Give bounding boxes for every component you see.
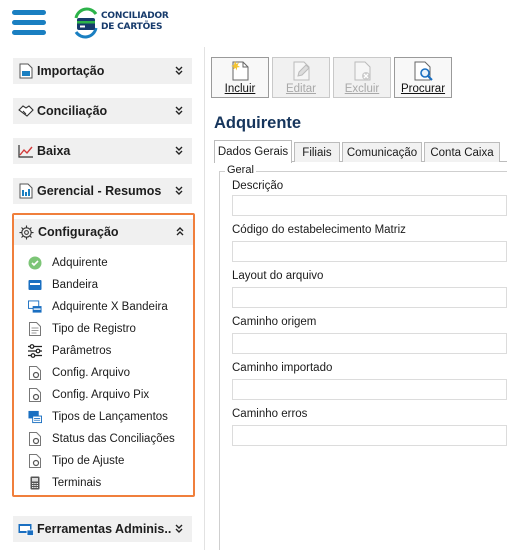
config-item-status-das-conciliacoes[interactable]: Status das Conciliações (28, 429, 175, 449)
config-item-label: Parâmetros (52, 345, 112, 357)
edit-document-icon (290, 60, 312, 82)
caminho-importado-field[interactable] (232, 379, 507, 400)
incluir-label: Incluir (224, 83, 256, 95)
group-legend: Geral (225, 164, 256, 176)
tools-icon (18, 521, 34, 537)
config-item-config-arquivo[interactable]: Config. Arquivo (28, 363, 130, 383)
tab-conta-caixa[interactable]: Conta Caixa (424, 142, 500, 162)
config-item-label: Adquirente X Bandeira (52, 301, 168, 313)
search-document-icon (412, 60, 434, 82)
logo-line2: DE CARTÕES (101, 22, 163, 32)
menu-label: Baixa (37, 144, 71, 158)
chevron-down-icon (172, 186, 186, 196)
menu-label: Gerencial - Resumos (37, 184, 162, 198)
field-label-layout-arquivo: Layout do arquivo (232, 270, 324, 282)
chevron-down-icon (172, 106, 186, 116)
chart-line-icon (18, 143, 34, 159)
file-gear-icon (28, 454, 42, 468)
config-item-adquirente[interactable]: Adquirente (28, 253, 108, 273)
handshake-icon (18, 103, 34, 119)
config-item-label: Tipos de Lançamentos (52, 411, 168, 423)
toolbar: Incluir Editar Excluir Procurar (211, 54, 507, 100)
import-document-icon (18, 63, 34, 79)
menu-label: Configuração (38, 225, 119, 239)
descricao-field[interactable] (232, 195, 507, 216)
menu-label: Importação (37, 64, 105, 78)
delete-document-icon (351, 60, 373, 82)
config-menu-section: Configuração Adquirente Bandeira Adquire… (12, 213, 195, 497)
config-item-parametros[interactable]: Parâmetros (28, 341, 111, 361)
menu-importacao[interactable]: Importação (13, 58, 192, 84)
monitor-card-icon (28, 300, 42, 314)
menu-gerencial-resumos[interactable]: Gerencial - Resumos (13, 178, 192, 204)
top-bar: CONCILIADOR DE CARTÕES (0, 0, 507, 47)
excluir-label: Excluir (344, 83, 380, 95)
config-item-label: Config. Arquivo Pix (52, 389, 150, 401)
sliders-icon (28, 344, 42, 358)
chevron-down-icon (172, 66, 186, 76)
report-icon (18, 183, 34, 199)
gear-icon (18, 224, 34, 240)
field-label-caminho-importado: Caminho importado (232, 362, 333, 374)
config-item-label: Bandeira (52, 279, 99, 291)
tab-bar: Dados Gerais Filiais Comunicação Conta C… (214, 140, 507, 163)
config-item-adquirente-x-bandeira[interactable]: Adquirente X Bandeira (28, 297, 168, 317)
procurar-button[interactable]: Procurar (394, 57, 452, 98)
hamburger-menu-icon[interactable] (12, 10, 46, 36)
config-item-label: Adquirente (52, 257, 108, 269)
excluir-button[interactable]: Excluir (333, 57, 391, 98)
card-brand-icon (28, 278, 42, 292)
menu-baixa[interactable]: Baixa (13, 138, 192, 164)
field-label-caminho-erros: Caminho erros (232, 408, 308, 420)
menu-ferramentas-administrativas[interactable]: Ferramentas Adminis... (13, 516, 192, 542)
config-item-tipo-de-ajuste[interactable]: Tipo de Ajuste (28, 451, 124, 471)
pos-terminal-icon (28, 476, 42, 490)
menu-label: Conciliação (37, 104, 108, 118)
chevron-up-icon (173, 227, 187, 237)
page-title: Adquirente (214, 114, 302, 132)
field-label-caminho-origem: Caminho origem (232, 316, 317, 328)
layout-arquivo-field[interactable] (232, 287, 507, 308)
config-item-label: Terminais (52, 477, 102, 489)
config-item-label: Status das Conciliações (52, 433, 175, 445)
config-item-config-arquivo-pix[interactable]: Config. Arquivo Pix (28, 385, 149, 405)
menu-label: Ferramentas Adminis... (37, 522, 172, 536)
config-item-label: Config. Arquivo (52, 367, 130, 379)
sidebar: Importação Conciliação Baixa Gerencial -… (0, 47, 204, 550)
tab-dados-gerais[interactable]: Dados Gerais (214, 140, 292, 163)
tab-comunicacao[interactable]: Comunicação (342, 142, 422, 162)
new-document-icon (229, 60, 251, 82)
config-item-tipos-de-lancamentos[interactable]: Tipos de Lançamentos (28, 407, 168, 427)
file-gear-icon (28, 366, 42, 380)
editar-label: Editar (285, 83, 317, 95)
main-content: Incluir Editar Excluir Procurar Adquiren… (205, 47, 507, 550)
logo-text: CONCILIADOR DE CARTÕES (101, 11, 169, 33)
editar-button[interactable]: Editar (272, 57, 330, 98)
file-gear-icon (28, 388, 42, 402)
incluir-button[interactable]: Incluir (211, 57, 269, 98)
logo-line1: CONCILIADOR (101, 11, 169, 21)
document-icon (28, 322, 42, 336)
file-gear-icon (28, 432, 42, 446)
chevron-down-icon (172, 524, 186, 534)
field-label-codigo-estabelecimento: Código do estabelecimento Matriz (232, 224, 406, 236)
field-label-descricao: Descrição (232, 180, 284, 192)
chevron-down-icon (172, 146, 186, 156)
menu-conciliacao[interactable]: Conciliação (13, 98, 192, 124)
logo-icon (74, 7, 98, 39)
config-item-label: Tipo de Registro (52, 323, 136, 335)
config-item-bandeira[interactable]: Bandeira (28, 275, 98, 295)
monitor-list-icon (28, 410, 42, 424)
config-item-terminais[interactable]: Terminais (28, 473, 101, 493)
caminho-erros-field[interactable] (232, 425, 507, 446)
codigo-estabelecimento-field[interactable] (232, 241, 507, 262)
config-item-label: Tipo de Ajuste (52, 455, 125, 467)
caminho-origem-field[interactable] (232, 333, 507, 354)
menu-configuracao[interactable]: Configuração (14, 219, 193, 245)
tab-filiais[interactable]: Filiais (294, 142, 340, 162)
config-item-tipo-de-registro[interactable]: Tipo de Registro (28, 319, 136, 339)
procurar-label: Procurar (400, 83, 446, 95)
check-circle-icon (28, 256, 42, 270)
